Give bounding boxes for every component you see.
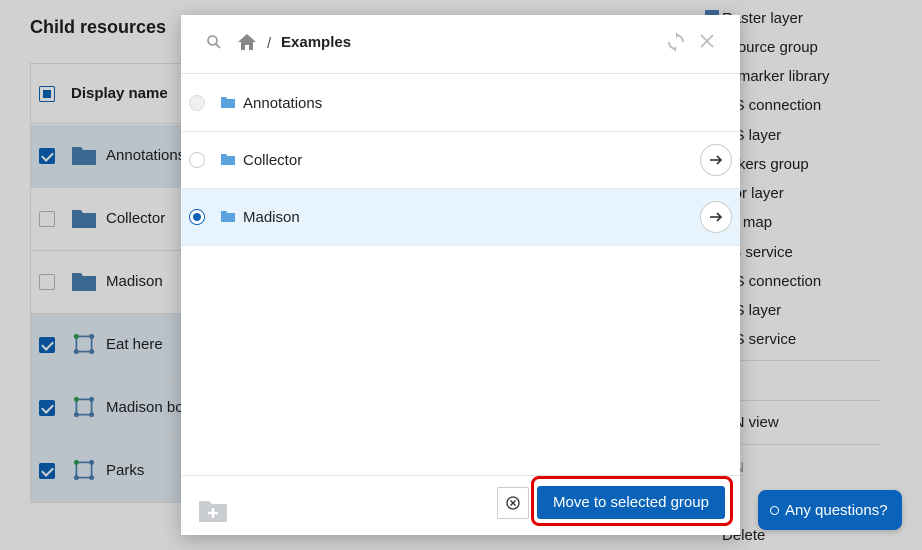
item-name: Annotations: [243, 95, 323, 112]
arrow-right-icon: [710, 212, 723, 222]
open-folder-button[interactable]: [700, 201, 732, 233]
folder-icon: [221, 154, 235, 165]
folder-list-item[interactable]: Collector: [181, 132, 740, 189]
item-radio[interactable]: [189, 152, 205, 168]
chat-button[interactable]: Any questions?: [758, 490, 902, 530]
breadcrumb-current: Examples: [281, 34, 352, 51]
folder-list-item: Annotations: [181, 75, 740, 132]
cancel-icon: [506, 496, 520, 510]
move-to-selected-group-button[interactable]: Move to selected group: [537, 486, 725, 519]
search-icon[interactable]: [206, 34, 222, 50]
dialog-header: / Examples: [181, 15, 740, 74]
item-radio[interactable]: [189, 209, 205, 225]
item-radio: [189, 95, 205, 111]
move-resource-dialog: / Examples Annotations Collector Madison…: [181, 15, 740, 535]
open-folder-button[interactable]: [700, 144, 732, 176]
new-folder-icon[interactable]: [199, 498, 227, 522]
chat-icon: [770, 505, 779, 515]
arrow-right-icon: [710, 155, 723, 165]
close-icon[interactable]: [699, 33, 715, 49]
refresh-icon[interactable]: [667, 32, 685, 52]
cancel-button[interactable]: [497, 487, 529, 519]
folder-icon: [221, 211, 235, 222]
dialog-footer: Move to selected group: [181, 475, 740, 535]
item-name[interactable]: Collector: [243, 152, 302, 169]
chat-label: Any questions?: [785, 501, 888, 519]
home-icon[interactable]: [236, 32, 258, 52]
breadcrumb-separator: /: [267, 35, 272, 52]
item-name[interactable]: Madison: [243, 209, 300, 226]
folder-list-item[interactable]: Madison: [181, 189, 740, 246]
folder-icon: [221, 97, 235, 108]
